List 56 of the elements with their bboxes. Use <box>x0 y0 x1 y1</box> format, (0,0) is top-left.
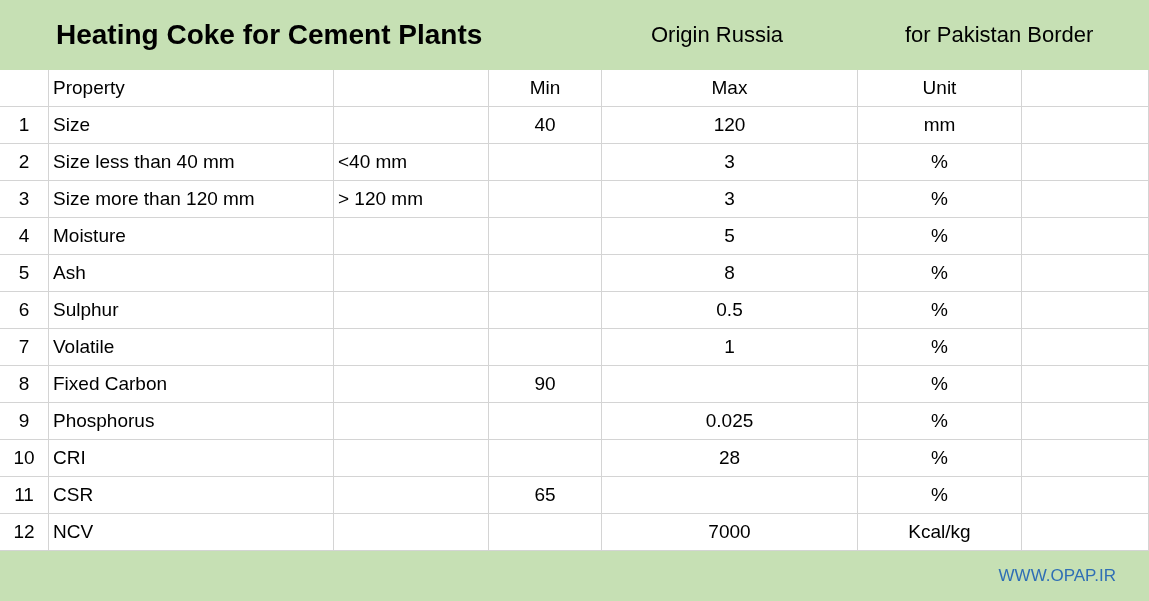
table-cell: % <box>858 477 1022 514</box>
table-cell: mm <box>858 107 1022 144</box>
table-cell: 120 <box>602 107 858 144</box>
table-cell: CRI <box>49 440 334 477</box>
table-cell: > 120 mm <box>334 181 489 218</box>
table-cell: Size <box>49 107 334 144</box>
table-cell: % <box>858 329 1022 366</box>
row-number: 4 <box>0 218 49 255</box>
column-header: Unit <box>858 70 1022 107</box>
table-cell: Fixed Carbon <box>49 366 334 403</box>
table-cell: Size less than 40 mm <box>49 144 334 181</box>
row-number: 5 <box>0 255 49 292</box>
row-number: 1 <box>0 107 49 144</box>
table-cell: 28 <box>602 440 858 477</box>
row-number: 3 <box>0 181 49 218</box>
table-cell: 3 <box>602 144 858 181</box>
column-header: Property <box>49 70 334 107</box>
table-cell: Ash <box>49 255 334 292</box>
row-number: 7 <box>0 329 49 366</box>
table-cell: 1 <box>602 329 858 366</box>
table-cell: % <box>858 218 1022 255</box>
table-cell: CSR <box>49 477 334 514</box>
table-cell: Size more than 120 mm <box>49 181 334 218</box>
table-cell: 40 <box>489 107 602 144</box>
table-cell: 3 <box>602 181 858 218</box>
table-cell: 90 <box>489 366 602 403</box>
origin-label: Origin Russia <box>650 22 785 48</box>
table-cell: Moisture <box>49 218 334 255</box>
table-cell: Phosphorus <box>49 403 334 440</box>
empty-cell <box>0 70 49 107</box>
table-cell: % <box>858 255 1022 292</box>
table-cell: <40 mm <box>334 144 489 181</box>
website-text: WWW.OPAP.IR <box>998 566 1116 586</box>
column-header: Max <box>602 70 858 107</box>
table-cell: % <box>858 181 1022 218</box>
table-cell: Sulphur <box>49 292 334 329</box>
table-cell: Volatile <box>49 329 334 366</box>
table-cell: 8 <box>602 255 858 292</box>
table-cell: 5 <box>602 218 858 255</box>
destination-label: for Pakistan Border <box>904 22 1095 48</box>
table-cell: % <box>858 366 1022 403</box>
table-cell: % <box>858 403 1022 440</box>
row-number: 2 <box>0 144 49 181</box>
table-cell: 0.025 <box>602 403 858 440</box>
table-cell: 65 <box>489 477 602 514</box>
table-cell: % <box>858 292 1022 329</box>
table-cell: % <box>858 144 1022 181</box>
column-header: Min <box>489 70 602 107</box>
row-number: 9 <box>0 403 49 440</box>
row-number: 6 <box>0 292 49 329</box>
row-number: 8 <box>0 366 49 403</box>
row-number: 10 <box>0 440 49 477</box>
table-cell: % <box>858 440 1022 477</box>
table-cell: 0.5 <box>602 292 858 329</box>
row-number: 11 <box>0 477 49 514</box>
sheet-title: Heating Coke for Cement Plants <box>55 19 484 51</box>
